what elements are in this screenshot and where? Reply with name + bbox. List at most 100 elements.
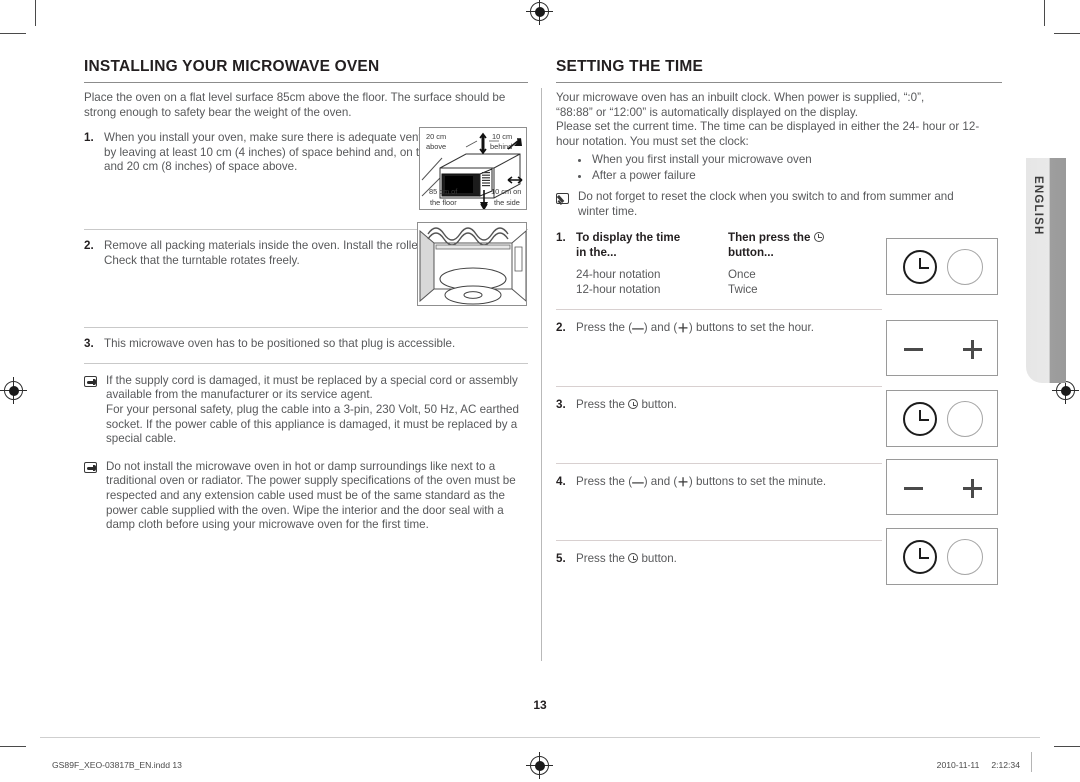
step-set-hour-mid: and (650, 320, 671, 334)
table-header-col1-line1: To display the time (576, 230, 681, 244)
rule-after-step-2-right (556, 386, 882, 388)
step-1-number: 1. (84, 131, 94, 145)
rule-after-step-3-right (556, 462, 882, 464)
svg-text:10 cm: 10 cm (492, 132, 512, 141)
rule-after-step-3 (84, 362, 528, 364)
step-set-minute-mid: and (650, 474, 671, 488)
clock-icon (628, 553, 639, 564)
step-2-number: 2. (84, 239, 94, 253)
clock-icon (813, 231, 824, 242)
registration-mark-right (1052, 377, 1079, 404)
oven-interior-diagram (417, 222, 527, 306)
note-supply-cord: If the supply cord is damaged, it must b… (84, 374, 528, 447)
step-set-minute-pre: Press the (576, 474, 625, 488)
clock-icon (628, 399, 639, 410)
control-panel-clock-knob-1 (886, 238, 998, 295)
list-item: When you first install your microwave ov… (556, 152, 1002, 168)
pointing-hand-icon-2 (84, 460, 106, 533)
setting-time-intro-1: Your microwave oven has an inbuilt clock… (556, 91, 925, 104)
dial-knob-icon (947, 249, 983, 285)
table-step-number: 1. (556, 230, 566, 244)
minus-icon: (—) (628, 474, 648, 489)
svg-text:behind: behind (490, 142, 512, 151)
column-divider (541, 88, 542, 661)
minus-button-icon (904, 487, 923, 490)
setting-time-intro-2: “88:88” or “12:00” is automatically disp… (556, 105, 859, 119)
table-header-col1-line2: in the... (576, 245, 617, 259)
rule-after-step-2 (84, 327, 528, 329)
svg-text:the floor: the floor (430, 198, 457, 207)
step-set-minute-post: buttons to set the minute. (695, 474, 827, 488)
svg-text:85 cm of: 85 cm of (429, 187, 458, 196)
step-confirm-minute-pre: Press the (576, 552, 625, 566)
footer-divider (40, 737, 1040, 738)
registration-mark-top (526, 0, 553, 25)
minus-button-icon (904, 348, 923, 351)
step-5-number-right: 5. (556, 552, 566, 566)
page-title-setting-time: SETTING THE TIME (556, 58, 1002, 83)
step-4-number-right: 4. (556, 474, 566, 488)
step-3: 3. This microwave oven has to be positio… (84, 337, 528, 352)
plus-icon: (＋) (673, 474, 693, 489)
registration-mark-bottom (526, 752, 553, 779)
dial-knob-icon (947, 539, 983, 575)
svg-text:the side: the side (494, 198, 520, 207)
installing-intro: Place the oven on a flat level surface 8… (84, 91, 506, 119)
manual-page: INSTALLING YOUR MICROWAVE OVEN Place the… (0, 0, 1080, 782)
table-header-col2-text: Then press the (728, 230, 811, 244)
step-3-text: This microwave oven has to be positioned… (104, 337, 456, 351)
language-tab-label: ENGLISH (1032, 176, 1044, 236)
control-panel-clock-knob-3 (886, 528, 998, 585)
step-confirm-hour-post: button. (641, 398, 677, 412)
svg-text:above: above (426, 142, 446, 151)
step-2-number-right: 2. (556, 320, 566, 334)
plus-button-icon-h (963, 487, 982, 490)
note-supply-cord-text: If the supply cord is damaged, it must b… (106, 373, 519, 446)
note-daylight-saving: Do not forget to reset the clock when yo… (556, 190, 1002, 219)
table-cell-notation-24: 24-hour notation (576, 267, 661, 281)
plus-button-icon-h (963, 348, 982, 351)
step-3-number: 3. (84, 337, 94, 351)
crop-mark-bottom-right-h (1054, 746, 1080, 747)
oven-clearance-diagram: 20 cm above 10 cm behind 85 cm of the fl… (419, 127, 527, 210)
step-confirm-minute-post: button. (641, 552, 677, 566)
clock-hand-minute (920, 267, 929, 270)
minus-icon: (—) (628, 320, 648, 335)
footer-separator (1031, 752, 1032, 772)
setting-time-intro-3: Please set the current time. The time ca… (556, 120, 980, 148)
page-title-installing: INSTALLING YOUR MICROWAVE OVEN (84, 58, 528, 83)
plus-icon: (＋) (673, 320, 693, 335)
list-item: After a power failure (556, 168, 1002, 184)
rule-after-step-4-right (556, 540, 882, 542)
svg-text:20 cm: 20 cm (426, 132, 446, 141)
crop-mark-top-left-v (35, 0, 36, 26)
table-cell-notation-12: 12-hour notation (576, 282, 661, 296)
pointing-hand-icon (84, 374, 106, 447)
note-installation-environment-text: Do not install the microwave oven in hot… (106, 459, 516, 532)
crop-mark-top-right-v (1044, 0, 1045, 26)
language-tab-english: ENGLISH (1026, 158, 1066, 383)
control-panel-minus-plus-1 (886, 320, 998, 376)
clock-hand-minute (920, 557, 929, 560)
step-confirm-hour-pre: Press the (576, 398, 625, 412)
registration-mark-left (0, 377, 27, 404)
crop-mark-top-right-h (1054, 33, 1080, 34)
dial-knob-icon (947, 401, 983, 437)
crop-mark-top-left-h (0, 33, 26, 34)
step-3-number-right: 3. (556, 398, 566, 412)
footer-filename: GS89F_XEO-03817B_EN.indd 13 (52, 760, 182, 770)
footer-time: 2:12:34 (991, 760, 1020, 770)
control-panel-minus-plus-2 (886, 459, 998, 515)
pencil-note-icon (556, 190, 578, 219)
step-set-hour-post: buttons to set the hour. (695, 320, 814, 334)
page-number: 13 (533, 698, 547, 712)
control-panel-clock-knob-2 (886, 390, 998, 447)
note-installation-environment: Do not install the microwave oven in hot… (84, 460, 528, 533)
crop-mark-bottom-left-h (0, 746, 26, 747)
rule-after-table (556, 308, 882, 310)
step-set-hour-pre: Press the (576, 320, 625, 334)
svg-text:10 cm on: 10 cm on (491, 187, 521, 196)
footer-timestamp: 2010-11-11 2:12:34 (937, 760, 1020, 770)
clock-hand-minute (920, 419, 929, 422)
footer-date: 2010-11-11 (936, 760, 980, 770)
